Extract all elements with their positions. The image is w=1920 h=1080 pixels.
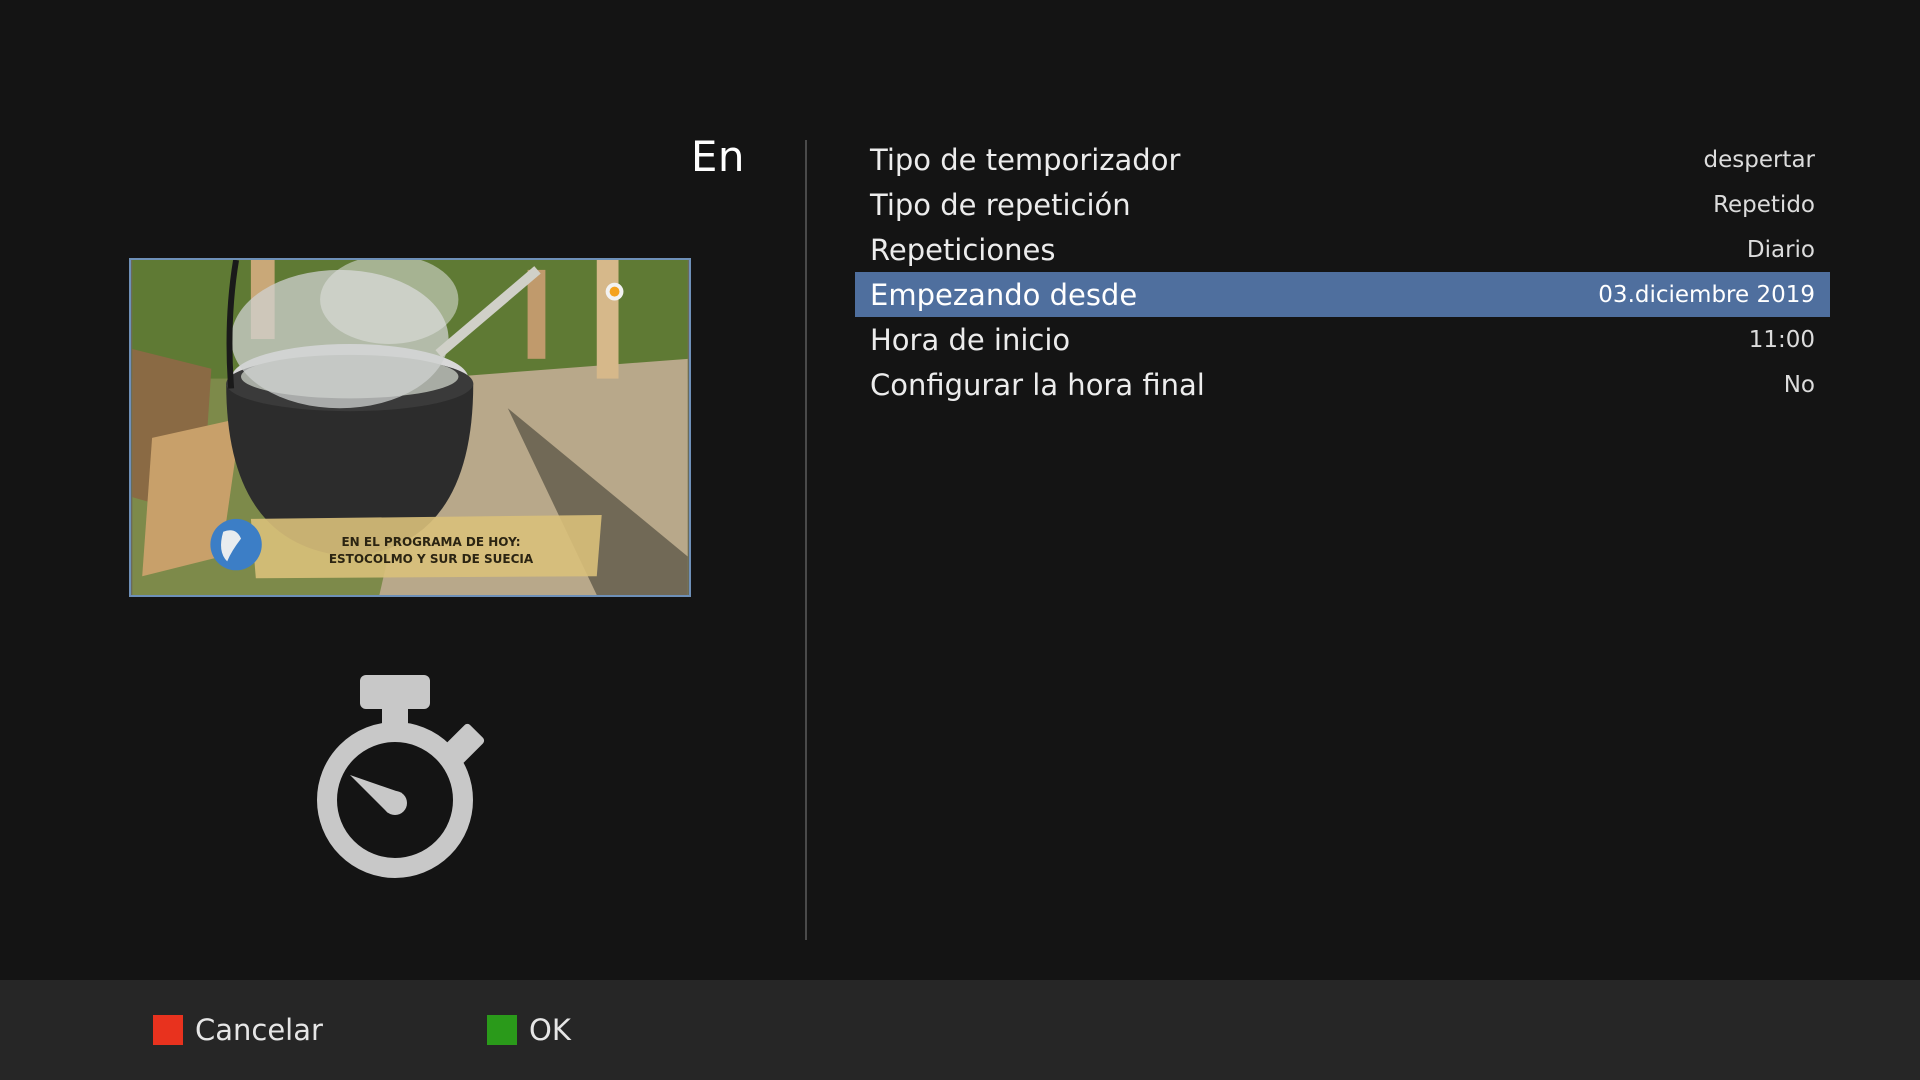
setting-row-set-end-time[interactable]: Configurar la hora final No xyxy=(855,362,1830,407)
preview-ticker-text: EN EL PROGRAMA DE HOY: ESTOCOLMO Y SUR D… xyxy=(251,522,611,580)
page-title: En xyxy=(690,132,745,181)
timer-settings-list: Tipo de temporizador despertar Tipo de r… xyxy=(855,137,1830,407)
timer-edit-screen: En EN EL PROGRAMA DE HOY: ESTOCOLMO Y SU… xyxy=(0,0,1920,1080)
setting-row-timer-type[interactable]: Tipo de temporizador despertar xyxy=(855,137,1830,182)
setting-row-start-date[interactable]: Empezando desde 03.diciembre 2019 xyxy=(855,272,1830,317)
setting-label: Tipo de repetición xyxy=(870,187,1131,222)
setting-value: despertar xyxy=(1703,146,1815,173)
setting-label: Hora de inicio xyxy=(870,322,1071,357)
setting-label: Tipo de temporizador xyxy=(870,142,1181,177)
vertical-divider xyxy=(805,140,807,940)
setting-value: 11:00 xyxy=(1748,326,1815,353)
setting-value: 03.diciembre 2019 xyxy=(1598,281,1815,308)
red-key-icon xyxy=(153,1015,183,1045)
green-key-icon xyxy=(487,1015,517,1045)
setting-label: Repeticiones xyxy=(870,232,1056,267)
setting-row-repetitions[interactable]: Repeticiones Diario xyxy=(855,227,1830,272)
live-tv-preview: EN EL PROGRAMA DE HOY: ESTOCOLMO Y SUR D… xyxy=(129,258,691,597)
ticker-line-2: ESTOCOLMO Y SUR DE SUECIA xyxy=(328,552,534,566)
bottom-button-bar: Cancelar OK xyxy=(0,980,1920,1080)
cancel-label: Cancelar xyxy=(195,1013,323,1047)
setting-label: Empezando desde xyxy=(870,277,1138,312)
setting-row-repeat-type[interactable]: Tipo de repetición Repetido xyxy=(855,182,1830,227)
ok-label: OK xyxy=(529,1013,571,1047)
setting-label: Configurar la hora final xyxy=(870,367,1205,402)
setting-value: Diario xyxy=(1746,236,1815,263)
setting-value: Repetido xyxy=(1713,191,1815,218)
ticker-line-1: EN EL PROGRAMA DE HOY: xyxy=(341,535,521,549)
stopwatch-icon xyxy=(317,675,485,878)
ok-button[interactable]: OK xyxy=(487,1000,571,1060)
cancel-button[interactable]: Cancelar xyxy=(153,1000,323,1060)
setting-row-start-time[interactable]: Hora de inicio 11:00 xyxy=(855,317,1830,362)
setting-value: No xyxy=(1783,371,1815,398)
